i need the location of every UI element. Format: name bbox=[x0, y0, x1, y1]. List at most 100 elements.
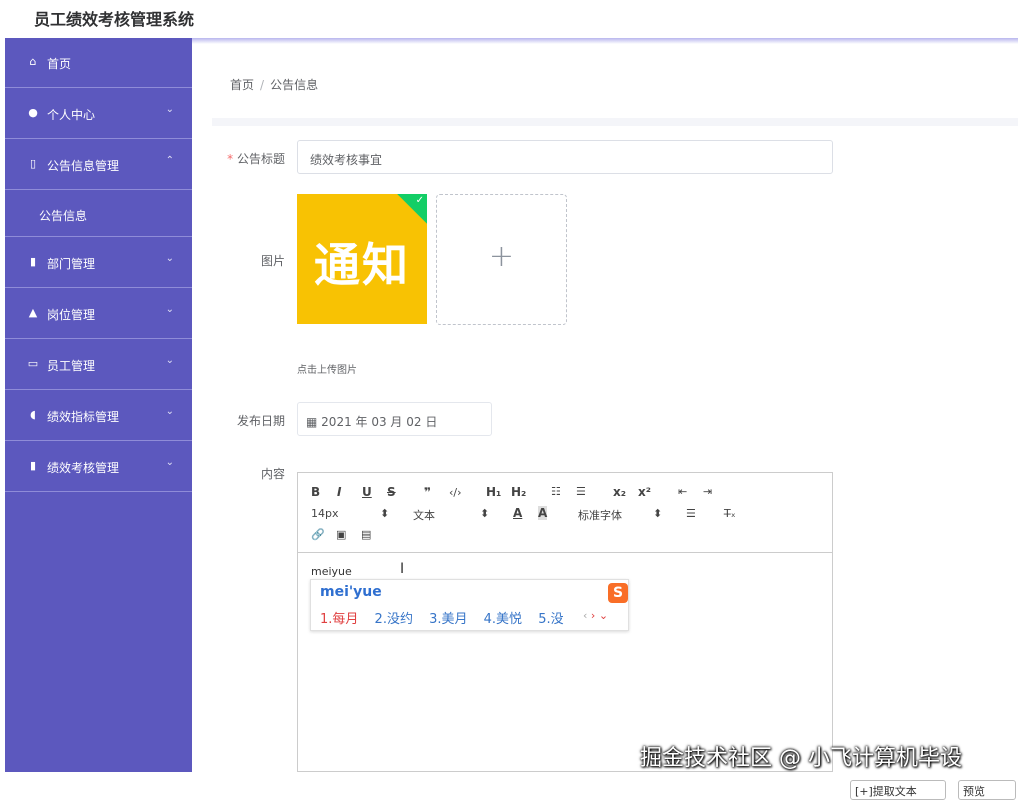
sidebar-scrollbar[interactable] bbox=[13, 786, 21, 808]
sidebar-item-label: 公告信息管理 bbox=[47, 159, 120, 173]
outdent-button[interactable]: ⇤ bbox=[678, 485, 687, 498]
italic-button[interactable]: I bbox=[337, 485, 341, 499]
ime-candidate[interactable]: 4.美悦 bbox=[484, 612, 522, 627]
ime-candidates: 1.每月 2.没约 3.美月 4.美悦 5.没 bbox=[320, 608, 576, 627]
top-bar: 员工绩效考核管理系统 bbox=[0, 0, 1022, 38]
font-size-select[interactable]: 14px bbox=[311, 507, 339, 520]
sidebar-item-notice-management[interactable]: ▯ 公告信息管理 ⌃ bbox=[5, 140, 192, 190]
link-button[interactable]: 🔗 bbox=[311, 528, 325, 541]
background-color-button[interactable]: A bbox=[538, 506, 548, 520]
sidebar-subitem-notice[interactable]: 公告信息 bbox=[5, 191, 192, 237]
chevron-down-icon: ⌄ bbox=[165, 457, 174, 468]
subscript-button[interactable]: x₂ bbox=[613, 485, 626, 499]
sidebar-item-home[interactable]: ⌂ 首页 bbox=[5, 38, 192, 88]
chevron-up-icon: ⌃ bbox=[165, 155, 174, 166]
chevron-down-icon: ⌄ bbox=[165, 355, 174, 366]
sogou-logo-icon: S bbox=[608, 583, 628, 603]
mic-icon: ◖ bbox=[30, 408, 36, 421]
text-color-button[interactable]: A bbox=[513, 506, 522, 520]
sidebar-item-employee-management[interactable]: ▭ 员工管理 ⌄ bbox=[5, 340, 192, 390]
chevron-down-icon: ⌄ bbox=[165, 406, 174, 417]
font-family-select[interactable]: 标准字体 bbox=[578, 507, 622, 523]
home-icon: ⌂ bbox=[29, 55, 37, 68]
user-icon: ● bbox=[28, 106, 38, 119]
indent-button[interactable]: ⇥ bbox=[703, 485, 712, 498]
editor-toolbar: B I U S ❞ ‹/› H₁ H₂ ☷ ☰ x₂ x² ⇤ ⇥ 14px ⬍… bbox=[298, 473, 832, 553]
underline-button[interactable]: U bbox=[362, 485, 372, 499]
id-card-icon: ▭ bbox=[27, 357, 39, 370]
strike-button[interactable]: S bbox=[387, 485, 396, 499]
bold-button[interactable]: B bbox=[311, 485, 320, 499]
ime-candidate[interactable]: 3.美月 bbox=[429, 612, 467, 627]
clean-format-button[interactable]: T̶ₓ bbox=[724, 507, 736, 520]
breadcrumb-divider bbox=[212, 118, 1018, 126]
h1-button[interactable]: H₁ bbox=[486, 485, 501, 499]
header-divider bbox=[192, 38, 1018, 44]
editor-content[interactable]: meiyue bbox=[311, 565, 352, 578]
phone-icon: ▯ bbox=[29, 157, 37, 170]
user-icon: ▲ bbox=[28, 306, 38, 319]
image-text: 通知 bbox=[314, 238, 410, 292]
ime-pinyin: mei'yue bbox=[320, 584, 382, 600]
chevron-right-icon[interactable]: › bbox=[591, 609, 595, 622]
font-family-arrow-icon: ⬍ bbox=[653, 507, 663, 520]
header-select[interactable]: 文本 bbox=[413, 507, 435, 523]
calendar-icon: ▦ bbox=[306, 415, 318, 429]
date-value: 2021 年 03 月 02 日 bbox=[321, 415, 438, 429]
bullet-list-button[interactable]: ☰ bbox=[576, 485, 586, 498]
chevron-down-icon[interactable]: ⌄ bbox=[599, 609, 608, 622]
sidebar-subitem-label: 公告信息 bbox=[39, 209, 88, 223]
sidebar-item-appraisal-management[interactable]: ▮ 绩效考核管理 ⌄ bbox=[5, 442, 192, 492]
align-button[interactable]: ☰ bbox=[686, 507, 696, 520]
required-mark: * bbox=[227, 152, 234, 166]
image-label: 图片 bbox=[260, 254, 285, 268]
header-arrow-icon: ⬍ bbox=[480, 507, 490, 520]
folder-icon: ▮ bbox=[29, 459, 37, 472]
ordered-list-button[interactable]: ☷ bbox=[551, 485, 561, 498]
video-button[interactable]: ▤ bbox=[361, 528, 371, 541]
breadcrumb-home[interactable]: 首页 bbox=[230, 78, 254, 92]
check-icon: ✓ bbox=[415, 195, 424, 206]
chevron-left-icon[interactable]: ‹ bbox=[583, 609, 587, 622]
title-label: * 公告标题 bbox=[195, 150, 285, 167]
breadcrumb: 首页 / 公告信息 bbox=[230, 76, 318, 93]
sidebar-item-label: 部门管理 bbox=[47, 257, 96, 271]
uploaded-image[interactable]: 通知 ✓ bbox=[297, 194, 427, 324]
sidebar-item-kpi-management[interactable]: ◖ 绩效指标管理 ⌄ bbox=[5, 391, 192, 441]
sidebar-item-position-management[interactable]: ▲ 岗位管理 ⌄ bbox=[5, 289, 192, 339]
code-button[interactable]: ‹/› bbox=[449, 486, 462, 499]
extract-text-button[interactable]: [+]提取文本 bbox=[850, 780, 946, 800]
app-title: 员工绩效考核管理系统 bbox=[34, 10, 195, 29]
quote-button[interactable]: ❞ bbox=[424, 485, 431, 499]
h2-button[interactable]: H₂ bbox=[511, 485, 526, 499]
ime-candidate[interactable]: 1.每月 bbox=[320, 612, 358, 627]
breadcrumb-current: 公告信息 bbox=[270, 78, 319, 92]
text-cursor-icon: I bbox=[400, 561, 405, 577]
breadcrumb-separator: / bbox=[260, 78, 265, 92]
image-button[interactable]: ▣ bbox=[336, 528, 346, 541]
sidebar-item-label: 绩效指标管理 bbox=[47, 410, 120, 424]
folder-icon: ▮ bbox=[29, 255, 37, 268]
sidebar-item-department-management[interactable]: ▮ 部门管理 ⌄ bbox=[5, 238, 192, 288]
title-input[interactable]: 绩效考核事宜 bbox=[297, 140, 833, 174]
sidebar-item-label: 个人中心 bbox=[47, 108, 96, 122]
ime-nav: ‹ › ⌄ bbox=[583, 609, 608, 622]
chevron-down-icon: ⌄ bbox=[165, 304, 174, 315]
preview-button[interactable]: 预览 bbox=[958, 780, 1016, 800]
sidebar-item-label: 首页 bbox=[47, 57, 72, 71]
ime-candidate[interactable]: 5.没 bbox=[538, 612, 563, 627]
plus-icon: + bbox=[488, 239, 515, 274]
sidebar-item-label: 绩效考核管理 bbox=[47, 461, 120, 475]
sidebar-item-personal-center[interactable]: ● 个人中心 ⌄ bbox=[5, 89, 192, 139]
superscript-button[interactable]: x² bbox=[638, 485, 651, 499]
date-label: 发布日期 bbox=[236, 414, 285, 428]
upload-button[interactable]: + bbox=[436, 194, 567, 325]
sidebar-item-label: 员工管理 bbox=[47, 359, 96, 373]
chevron-down-icon: ⌄ bbox=[165, 104, 174, 115]
ime-candidate[interactable]: 2.没约 bbox=[375, 612, 413, 627]
sidebar: ⌂ 首页 ● 个人中心 ⌄ ▯ 公告信息管理 ⌃ 公告信息 ▮ 部门管理 ⌄ ▲… bbox=[5, 38, 192, 808]
upload-tip: 点击上传图片 bbox=[297, 365, 357, 376]
date-picker[interactable]: ▦ 2021 年 03 月 02 日 bbox=[297, 402, 492, 436]
font-size-arrow-icon: ⬍ bbox=[380, 507, 390, 520]
chevron-down-icon: ⌄ bbox=[165, 253, 174, 264]
